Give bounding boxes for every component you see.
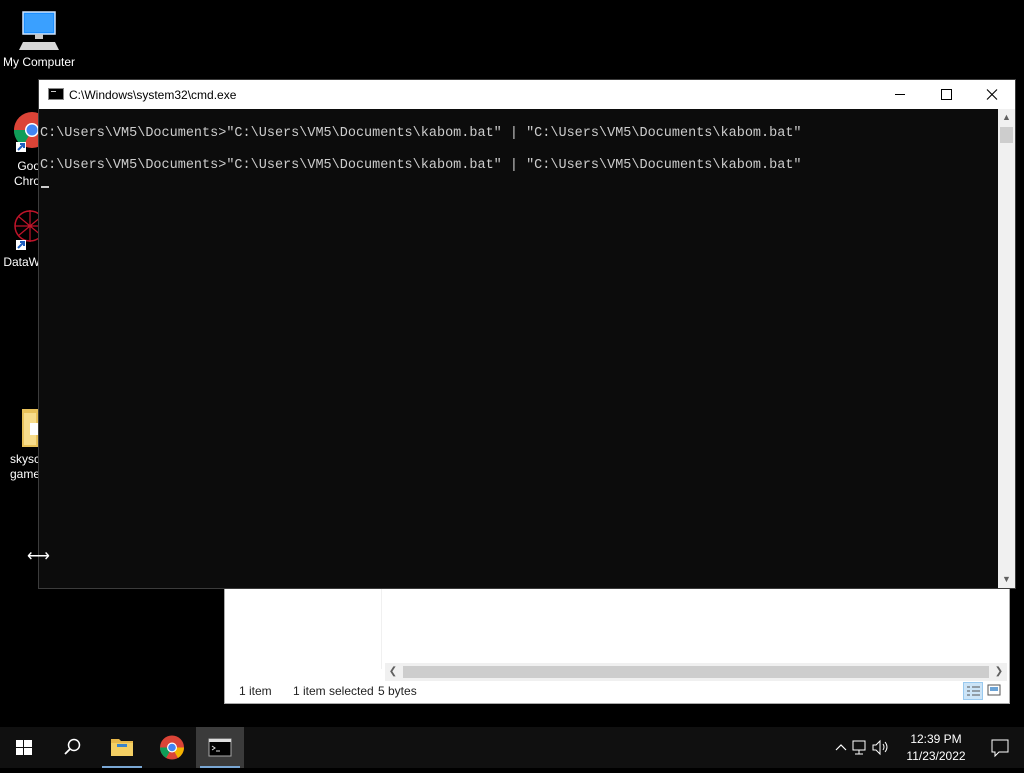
status-size: 5 bytes (378, 684, 417, 698)
chrome-icon (159, 735, 185, 760)
datawarrior-icon (0, 206, 46, 252)
resize-cursor-icon: ⟷ (27, 548, 50, 565)
cmd-icon (48, 88, 64, 100)
scroll-down-icon[interactable]: ▼ (998, 571, 1015, 588)
desktop-icon-label: My Computer (2, 55, 76, 69)
clock-date: 11/23/2022 (906, 749, 966, 763)
desktop-icon-datawarrior[interactable]: DataW (0, 206, 46, 270)
status-bar: 1 item 1 item selected 5 bytes (225, 679, 1009, 703)
taskbar: 12:39 PM 11/23/2022 (0, 727, 1024, 768)
search-button[interactable] (48, 727, 96, 768)
volume-icon[interactable] (870, 727, 890, 768)
clock-time: 12:39 PM (910, 732, 962, 746)
show-hidden-icons-chevron-icon[interactable] (832, 727, 850, 768)
file-explorer-taskbar-button[interactable] (98, 727, 146, 768)
desktop-icon-my-computer[interactable]: My Computer (0, 8, 78, 70)
details-view-button[interactable] (963, 682, 983, 700)
desktop-icon-label: skysc game (9, 452, 40, 481)
scroll-up-icon[interactable]: ▲ (998, 109, 1015, 126)
large-icons-view-button[interactable] (985, 682, 1005, 700)
desktop-icon-skyscraper-game[interactable]: skysc game (0, 405, 40, 482)
chrome-taskbar-button[interactable] (148, 727, 196, 768)
folder-icon (0, 405, 40, 449)
monitor-icon (17, 8, 61, 52)
scrollbar-thumb[interactable] (403, 666, 989, 678)
clock[interactable]: 12:39 PM 11/23/2022 (902, 731, 970, 765)
cmd-titlebar[interactable]: C:\Windows\system32\cmd.exe (39, 80, 1015, 109)
vertical-scrollbar[interactable]: ▲ ▼ (998, 109, 1015, 588)
chrome-icon (0, 108, 50, 156)
maximize-button[interactable] (923, 80, 969, 109)
file-explorer-window[interactable]: ❮ ❯ 1 item 1 item selected 5 bytes (224, 588, 1010, 704)
console-line: C:\Users\VM5\Documents>"C:\Users\VM5\Doc… (40, 158, 802, 173)
cmd-icon (208, 738, 232, 757)
console-output[interactable]: C:\Users\VM5\Documents>"C:\Users\VM5\Doc… (39, 109, 997, 588)
file-explorer-icon (111, 739, 133, 756)
status-item-count: 1 item (239, 684, 272, 698)
system-tray: 12:39 PM 11/23/2022 (824, 727, 1024, 768)
scrollbar-thumb[interactable] (1000, 127, 1013, 143)
desktop-icon-label: DataW (3, 255, 40, 269)
pane-divider (381, 589, 382, 669)
notifications-icon[interactable] (988, 727, 1012, 768)
status-selected-count: 1 item selected (293, 684, 374, 698)
cmd-window[interactable]: C:\Windows\system32\cmd.exe C:\Users\VM5… (38, 79, 1016, 589)
text-cursor (41, 186, 49, 188)
console-line: C:\Users\VM5\Documents>"C:\Users\VM5\Doc… (40, 126, 802, 141)
desktop-icon-label: Goo Chro (13, 159, 40, 188)
search-icon (64, 738, 81, 755)
desktop-icon-chrome[interactable]: Goo Chro (0, 108, 50, 189)
close-button[interactable] (969, 80, 1015, 109)
minimize-button[interactable] (877, 80, 923, 109)
window-title: C:\Windows\system32\cmd.exe (69, 88, 237, 102)
start-button[interactable] (0, 727, 48, 768)
cmd-taskbar-button[interactable] (196, 727, 244, 768)
network-icon[interactable] (850, 727, 870, 768)
windows-start-icon (16, 740, 32, 755)
